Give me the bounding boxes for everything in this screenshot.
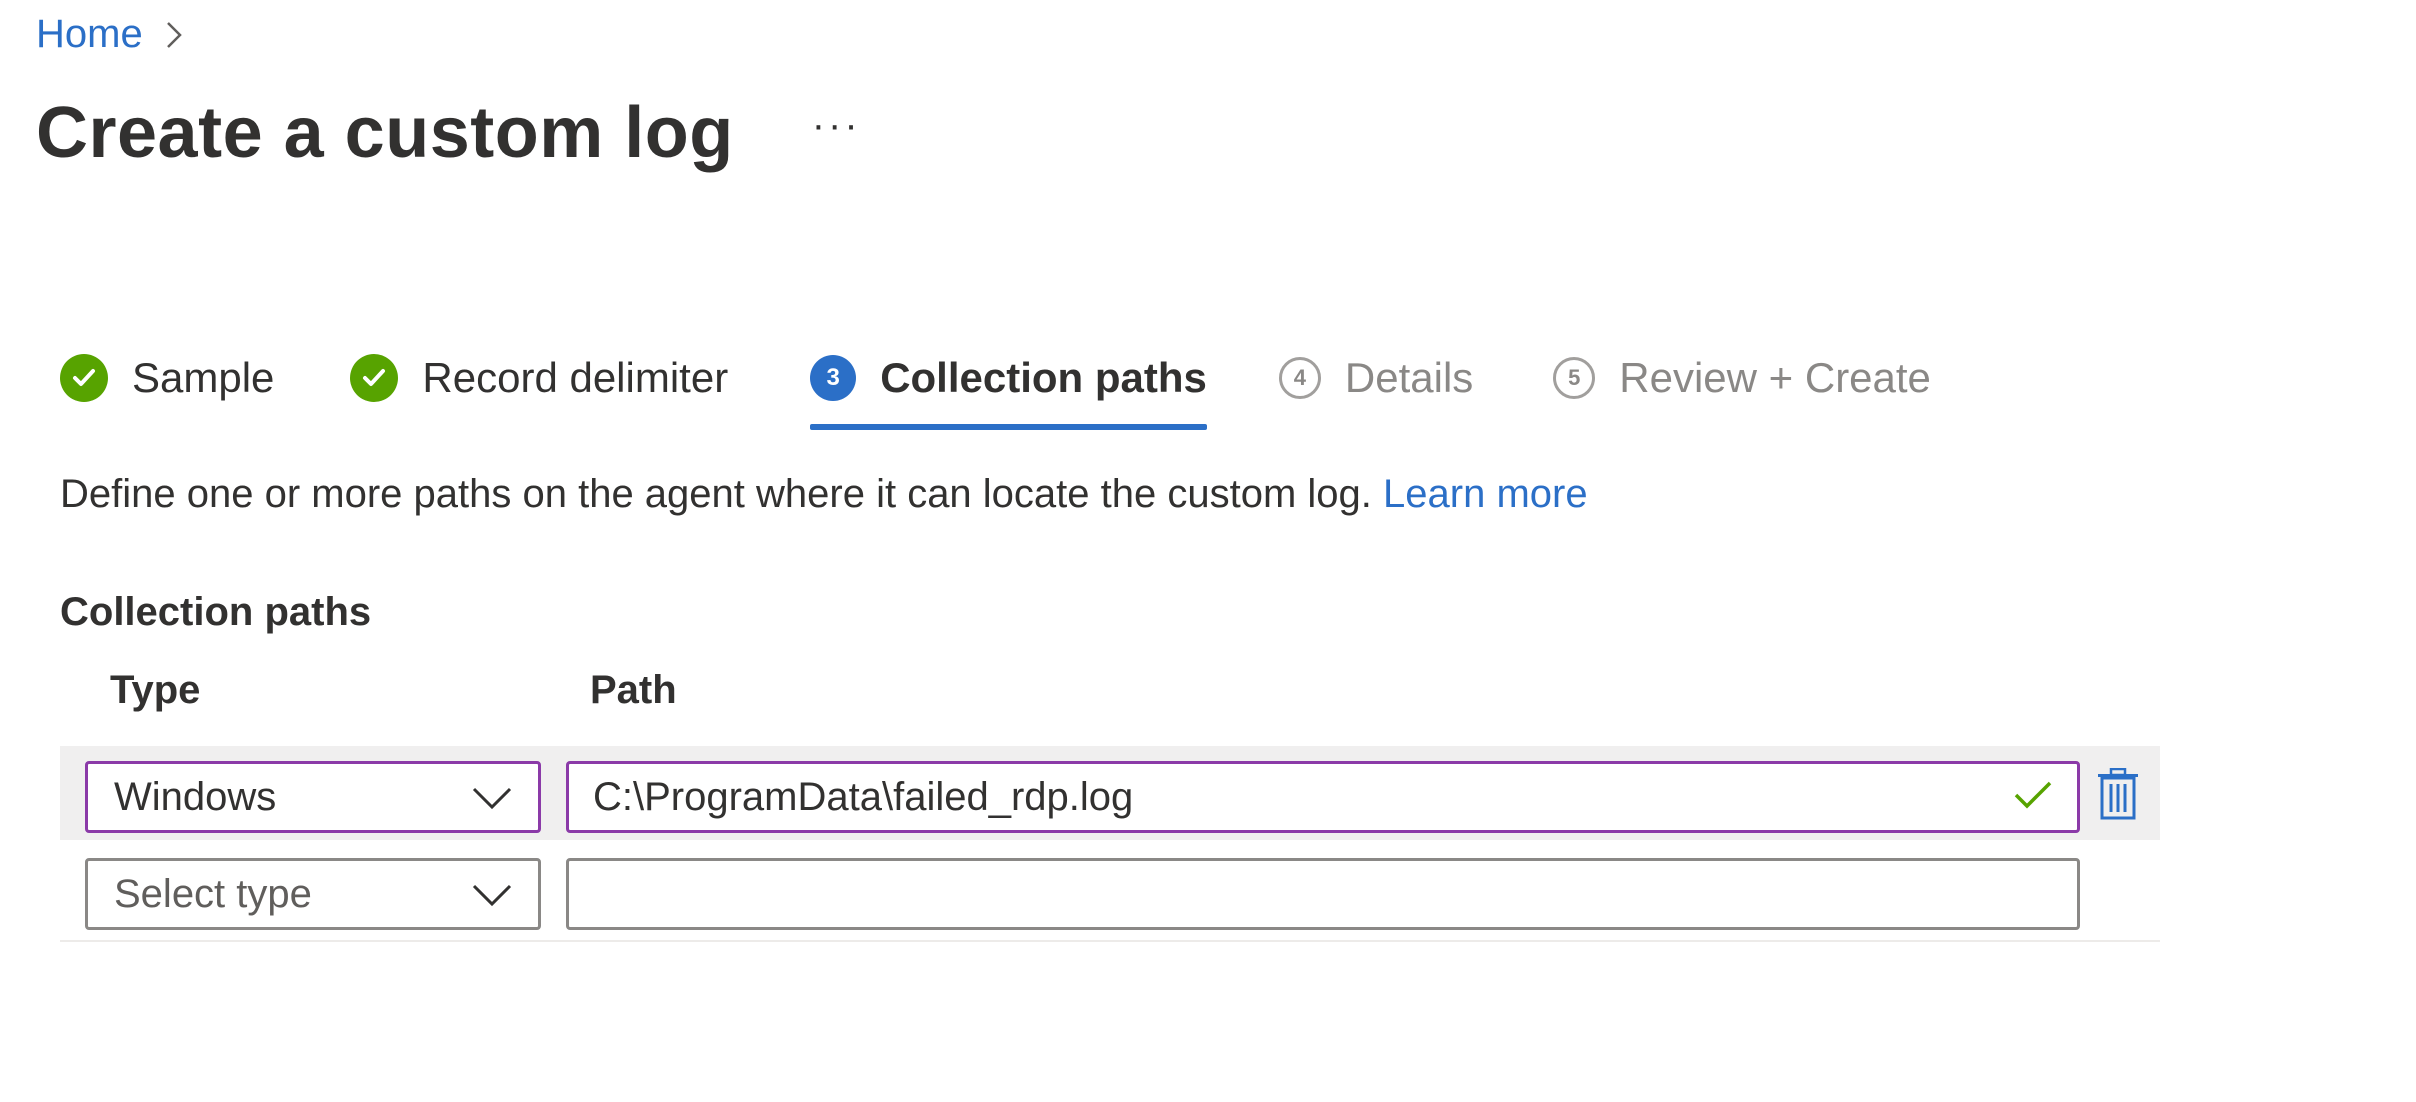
breadcrumb: Home — [36, 12, 187, 57]
chevron-down-icon — [472, 872, 512, 917]
step-details[interactable]: 4 Details — [1278, 348, 1474, 408]
trash-icon — [2096, 767, 2140, 824]
title-row: Create a custom log ··· — [36, 92, 861, 174]
type-dropdown[interactable]: Select type — [85, 858, 541, 930]
step-label: Record delimiter — [422, 354, 729, 401]
learn-more-link[interactable]: Learn more — [1383, 472, 1588, 516]
description-text: Define one or more paths on the agent wh… — [60, 472, 1372, 516]
step-label: Review + Create — [1619, 354, 1931, 401]
breadcrumb-home-link[interactable]: Home — [36, 12, 143, 57]
more-options-button[interactable]: ··· — [812, 103, 861, 148]
path-input[interactable] — [566, 858, 2080, 930]
step-review-create[interactable]: 5 Review + Create — [1553, 348, 1931, 408]
chevron-down-icon — [472, 775, 512, 820]
column-header-type: Type — [110, 668, 201, 712]
row-divider — [60, 940, 2160, 942]
step-number-badge: 5 — [1553, 357, 1596, 399]
step-label: Collection paths — [880, 354, 1207, 401]
type-dropdown-value: Windows — [114, 774, 277, 819]
step-label: Sample — [132, 354, 275, 401]
description: Define one or more paths on the agent wh… — [60, 472, 1588, 517]
step-label: Details — [1344, 354, 1474, 401]
step-number-badge: 3 — [810, 355, 857, 401]
type-dropdown[interactable]: Windows — [85, 761, 541, 833]
delete-row-button[interactable] — [2096, 767, 2140, 820]
chevron-right-icon — [165, 17, 187, 53]
page-title: Create a custom log — [36, 93, 734, 173]
column-header-path: Path — [590, 668, 677, 712]
type-dropdown-placeholder: Select type — [114, 871, 312, 916]
step-complete-checkmark-icon — [60, 354, 108, 402]
step-complete-checkmark-icon — [350, 354, 399, 402]
section-title: Collection paths — [60, 590, 372, 634]
path-input[interactable]: C:\ProgramData\failed_rdp.log — [566, 761, 2080, 833]
step-sample[interactable]: Sample — [60, 348, 274, 408]
wizard-steps: Sample Record delimiter 3 Collection pat… — [60, 348, 1931, 430]
page: Home Create a custom log ··· Sample Reco… — [0, 0, 2416, 1102]
step-collection-paths[interactable]: 3 Collection paths — [810, 348, 1207, 430]
path-input-value: C:\ProgramData\failed_rdp.log — [593, 774, 1134, 819]
valid-checkmark-icon — [2013, 775, 2053, 820]
step-record-delimiter[interactable]: Record delimiter — [350, 348, 728, 408]
step-number-badge: 4 — [1278, 357, 1321, 399]
